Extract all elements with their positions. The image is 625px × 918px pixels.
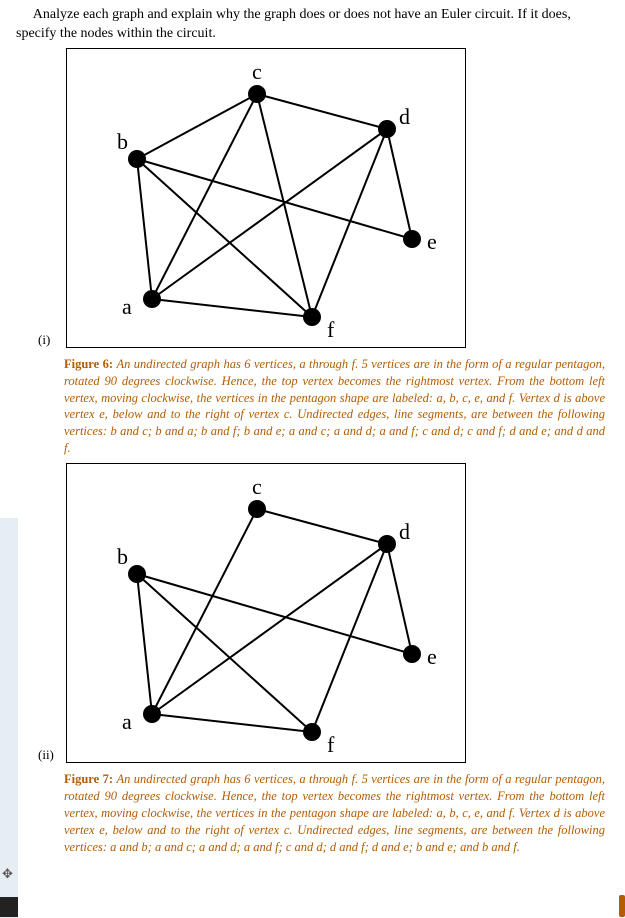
svg-text:d: d	[399, 104, 410, 129]
figure-block-ii: (ii) a b c d e f Figure 7: An undirected grap…	[36, 463, 609, 855]
left-margin-strip	[0, 518, 18, 918]
figure-block-i: (i) a b c d e f Figure 6: An undirected graph…	[36, 48, 609, 457]
figure7-label: Figure 7:	[64, 772, 113, 786]
svg-text:a: a	[122, 294, 132, 319]
svg-text:d: d	[399, 519, 410, 544]
figure6-desc: An undirected graph has 6 vertices, a th…	[64, 357, 605, 455]
figure6-graph: a b c d e f	[66, 48, 466, 348]
figure7-desc: An undirected graph has 6 vertices, a th…	[64, 772, 605, 854]
page-content: Analyze each graph and explain why the g…	[0, 0, 625, 855]
svg-text:a: a	[122, 709, 132, 734]
figure6-label: Figure 6:	[64, 357, 113, 371]
svg-text:c: c	[252, 59, 262, 84]
item-label-i: (i)	[38, 332, 50, 348]
svg-text:e: e	[427, 644, 437, 669]
item-label-ii: (ii)	[38, 747, 54, 763]
graph-svg-6: a b c d e f	[67, 49, 467, 349]
figure7-caption: Figure 7: An undirected graph has 6 vert…	[64, 771, 605, 855]
move-icon: ✥	[2, 866, 13, 882]
figure6-caption: Figure 6: An undirected graph has 6 vert…	[64, 356, 605, 457]
svg-text:c: c	[252, 474, 262, 499]
svg-text:b: b	[117, 544, 128, 569]
svg-text:f: f	[327, 317, 335, 342]
svg-text:e: e	[427, 229, 437, 254]
figure7-graph: a b c d e f	[66, 463, 466, 763]
left-margin-dark	[0, 897, 18, 917]
svg-text:f: f	[327, 732, 335, 757]
graph-svg-7: a b c d e f	[67, 464, 467, 764]
scrollbar-thumb[interactable]	[619, 895, 625, 917]
instruction-text: Analyze each graph and explain why the g…	[16, 6, 609, 44]
svg-text:b: b	[117, 129, 128, 154]
